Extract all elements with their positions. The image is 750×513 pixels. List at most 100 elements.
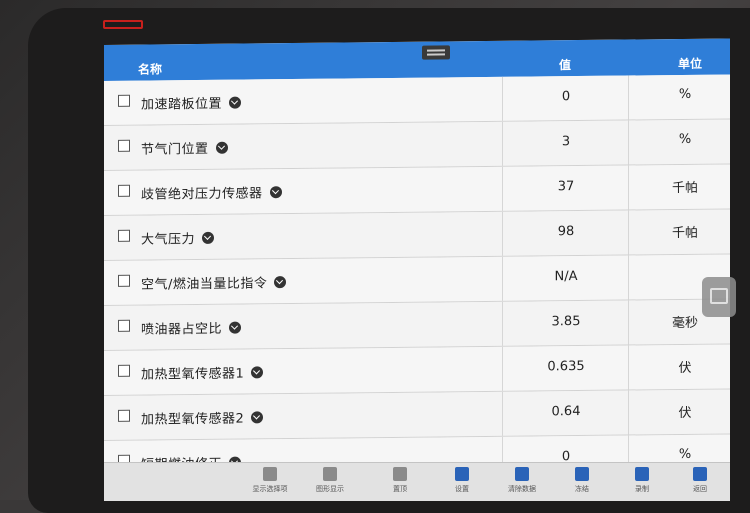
- parameter-unit: [630, 266, 730, 267]
- row-checkbox[interactable]: [118, 139, 130, 152]
- row-name-cell: 空气/燃油当量比指令: [141, 272, 287, 293]
- toolbar-label: 冻结: [575, 485, 589, 493]
- column-divider: [502, 76, 503, 121]
- parameter-unit: 千帕: [671, 180, 698, 197]
- row-name-cell: 歧管绝对压力传感器: [141, 182, 282, 203]
- parameter-name: 大气压力: [141, 232, 196, 248]
- table-row[interactable]: 大气压力 98 千帕: [104, 209, 730, 261]
- parameter-value: 0: [561, 89, 571, 105]
- table-row[interactable]: 加速踏板位置 0 %: [104, 74, 730, 126]
- row-name-cell: 节气门位置: [141, 138, 228, 158]
- info-chevron-icon[interactable]: [215, 141, 228, 154]
- toolbar-button-back[interactable]: 返回: [672, 467, 728, 494]
- toolbar-button-pin[interactable]: 置顶: [372, 467, 428, 494]
- toolbar-button-report[interactable]: 显示选择项: [242, 467, 298, 494]
- info-chevron-icon[interactable]: [269, 186, 282, 199]
- column-header-value: 值: [559, 58, 572, 73]
- graph-icon: [323, 467, 337, 481]
- parameter-unit: 伏: [678, 360, 692, 376]
- data-stream-screen: 名称 值 单位 加速踏板位置 0 % 节气门位置 3 % 歧管绝对压力传感器 3…: [104, 38, 730, 500]
- parameter-value: 0.64: [551, 404, 581, 420]
- toolbar-button-settings[interactable]: 设置: [434, 467, 490, 494]
- row-checkbox[interactable]: [118, 409, 130, 422]
- column-header-name: 名称: [138, 62, 163, 77]
- toolbar-label: 返回: [693, 485, 707, 493]
- row-checkbox[interactable]: [118, 229, 130, 242]
- parameter-value: N/A: [554, 269, 578, 285]
- parameter-name: 加热型氧传感器1: [141, 366, 245, 383]
- parameter-unit: %: [678, 86, 692, 102]
- row-checkbox[interactable]: [118, 274, 130, 287]
- row-checkbox[interactable]: [118, 184, 130, 197]
- column-divider: [502, 121, 503, 166]
- column-divider: [502, 301, 503, 346]
- report-icon: [263, 467, 277, 481]
- column-header-unit: 单位: [678, 56, 703, 71]
- back-arrow-icon: [693, 467, 707, 481]
- column-divider: [502, 346, 503, 391]
- toolbar-button-record[interactable]: 录制: [614, 467, 670, 494]
- parameter-name: 空气/燃油当量比指令: [141, 276, 268, 293]
- parameter-list: 加速踏板位置 0 % 节气门位置 3 % 歧管绝对压力传感器 37 千帕 大气压…: [104, 74, 730, 486]
- settings-tools-icon: [455, 467, 469, 481]
- table-row[interactable]: 节气门位置 3 %: [104, 119, 730, 171]
- parameter-name: 节气门位置: [141, 141, 209, 158]
- parameter-unit: 千帕: [671, 225, 698, 242]
- column-divider: [502, 391, 503, 436]
- column-divider: [628, 345, 629, 390]
- table-row[interactable]: 歧管绝对压力传感器 37 千帕: [104, 164, 730, 216]
- parameter-value: 98: [557, 224, 575, 240]
- toolbar-label: 图形显示: [316, 485, 344, 493]
- parameter-value: 37: [557, 179, 575, 195]
- pull-down-handle[interactable]: [422, 45, 450, 60]
- toolbar-button-clear[interactable]: 清除数据: [494, 467, 550, 494]
- parameter-name: 歧管绝对压力传感器: [141, 186, 263, 203]
- toolbar-label: 设置: [455, 485, 469, 493]
- column-divider: [502, 256, 503, 301]
- table-row[interactable]: 加热型氧传感器2 0.64 伏: [104, 389, 730, 441]
- bottom-toolbar: 显示选择项 图形显示 置顶 设置 清除数据 冻结 录制 返回: [104, 462, 730, 501]
- parameter-value: 3.85: [551, 314, 581, 330]
- parameter-name: 加热型氧传感器2: [141, 411, 245, 428]
- window-icon: [710, 288, 728, 304]
- video-record-icon: [635, 467, 649, 481]
- row-checkbox[interactable]: [118, 364, 130, 377]
- row-name-cell: 加速踏板位置: [141, 93, 242, 113]
- parameter-unit: %: [678, 131, 692, 147]
- parameter-unit: 伏: [678, 405, 692, 421]
- pin-top-icon: [393, 467, 407, 481]
- column-divider: [628, 165, 629, 210]
- toolbar-button-freeze[interactable]: 冻结: [554, 467, 610, 494]
- row-checkbox[interactable]: [118, 319, 130, 332]
- info-chevron-icon[interactable]: [202, 231, 215, 244]
- info-chevron-icon[interactable]: [229, 96, 242, 109]
- snowflake-icon: [575, 467, 589, 481]
- parameter-name: 加速踏板位置: [141, 96, 223, 113]
- parameter-name: 喷油器占空比: [141, 321, 223, 338]
- table-row[interactable]: 空气/燃油当量比指令 N/A: [104, 254, 730, 306]
- info-chevron-icon[interactable]: [229, 321, 242, 334]
- floating-side-button[interactable]: [702, 277, 736, 317]
- brand-logo: [103, 17, 147, 32]
- row-name-cell: 加热型氧传感器2: [141, 407, 264, 428]
- parameter-value: 0.635: [547, 358, 585, 375]
- row-name-cell: 大气压力: [141, 228, 215, 248]
- info-chevron-icon[interactable]: [274, 276, 287, 289]
- parameter-unit: %: [678, 446, 692, 462]
- trash-icon: [515, 467, 529, 481]
- column-divider: [628, 300, 629, 345]
- toolbar-label: 显示选择项: [252, 485, 288, 493]
- column-divider: [628, 120, 629, 165]
- table-row[interactable]: 喷油器占空比 3.85 毫秒: [104, 299, 730, 351]
- row-name-cell: 喷油器占空比: [141, 318, 242, 338]
- info-chevron-icon[interactable]: [251, 366, 264, 379]
- column-divider: [628, 210, 629, 255]
- column-divider: [628, 390, 629, 435]
- table-row[interactable]: 加热型氧传感器1 0.635 伏: [104, 344, 730, 396]
- toolbar-button-graph[interactable]: 图形显示: [302, 467, 358, 494]
- parameter-value: 3: [561, 134, 571, 150]
- info-chevron-icon[interactable]: [251, 411, 264, 424]
- row-checkbox[interactable]: [118, 94, 130, 107]
- toolbar-label: 置顶: [393, 485, 407, 493]
- toolbar-label: 清除数据: [508, 485, 536, 493]
